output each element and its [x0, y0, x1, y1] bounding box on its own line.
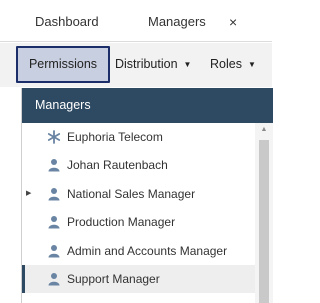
permissions-button[interactable]: Permissions: [16, 46, 110, 83]
user-icon: [48, 245, 60, 258]
tree-item-label: Euphoria Telecom: [67, 130, 163, 144]
managers-tree: Euphoria Telecom Johan Rautenbach ▶ Nati…: [22, 123, 255, 303]
user-icon: [48, 273, 60, 286]
toolbar: Permissions Distribution ▼ Roles ▼: [0, 43, 272, 87]
tree-item-national-sales-manager[interactable]: ▶ National Sales Manager: [22, 180, 255, 208]
close-icon[interactable]: ×: [229, 0, 241, 42]
caret-down-icon: ▼: [247, 60, 256, 70]
tree-item-euphoria-telecom[interactable]: Euphoria Telecom: [22, 123, 255, 151]
user-icon: [48, 188, 60, 201]
tree-item-label: Admin and Accounts Manager: [67, 244, 228, 258]
user-icon: [48, 216, 60, 229]
roles-dropdown-label: Roles: [210, 57, 242, 71]
user-icon: [48, 159, 60, 172]
roles-dropdown[interactable]: Roles ▼: [210, 46, 256, 83]
managers-panel: Managers Euphoria Telecom Johan Rautenba…: [21, 88, 273, 303]
tree-item-label: Johan Rautenbach: [67, 158, 168, 172]
tree-item-label: Support Manager: [67, 272, 160, 286]
caret-down-icon: ▼: [183, 60, 192, 70]
tree-item-label: National Sales Manager: [67, 187, 196, 201]
tree-item-production-manager[interactable]: Production Manager: [22, 208, 255, 236]
tab-bar: Dashboard Managers ×: [0, 0, 272, 42]
permissions-button-label: Permissions: [28, 57, 98, 71]
distribution-dropdown-label: Distribution: [115, 57, 178, 71]
expand-arrow-icon[interactable]: ▶: [26, 180, 34, 208]
tab-dashboard[interactable]: Dashboard: [35, 0, 99, 42]
asterisk-icon: [47, 130, 61, 144]
scroll-up-arrow-icon[interactable]: ▲: [260, 126, 268, 134]
tree-item-support-manager[interactable]: Support Manager: [22, 265, 255, 293]
tree-item-johan-rautenbach[interactable]: Johan Rautenbach: [22, 151, 255, 179]
vertical-scrollbar[interactable]: ▲: [255, 123, 273, 303]
scrollbar-thumb[interactable]: [259, 140, 269, 303]
panel-header: Managers: [22, 88, 273, 123]
tab-managers[interactable]: Managers: [148, 0, 206, 42]
tree-item-label: Production Manager: [67, 215, 176, 229]
tree-item-admin-and-accounts-manager[interactable]: Admin and Accounts Manager: [22, 237, 255, 265]
distribution-dropdown[interactable]: Distribution ▼: [115, 46, 191, 83]
